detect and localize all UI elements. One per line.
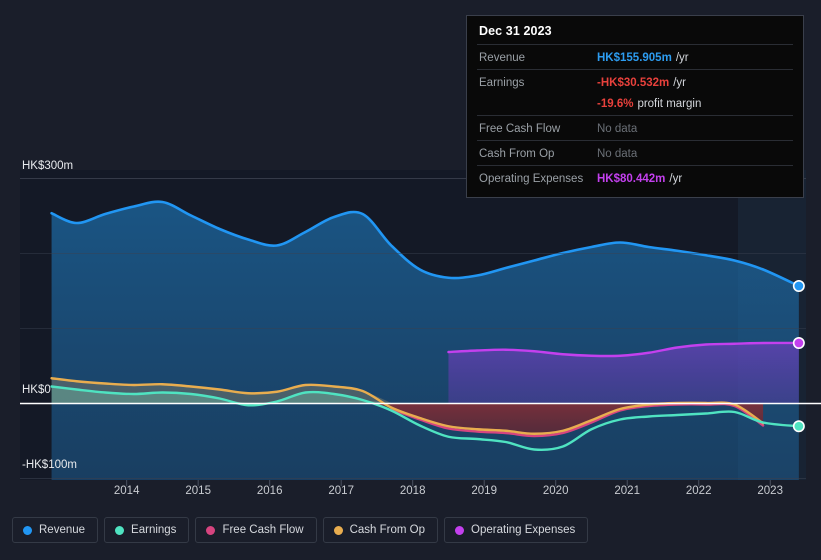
x-axis-label-2018: 2018 <box>399 485 426 497</box>
legend-item-free-cash-flow[interactable]: Free Cash Flow <box>195 517 317 543</box>
x-axis-label-2019: 2019 <box>471 485 497 497</box>
legend-color-dot-icon <box>455 525 465 535</box>
tooltip-row-value: -19.6% <box>597 98 634 110</box>
legend-item-label: Earnings <box>131 524 177 536</box>
x-axis-label-2023: 2023 <box>757 485 783 497</box>
tooltip-row: Revenue HK$155.905m/yr <box>477 44 793 69</box>
legend-item-label: Free Cash Flow <box>222 524 304 536</box>
tooltip-row-value: HK$80.442m <box>597 173 666 185</box>
y-axis-label-zero: HK$0 <box>22 384 51 396</box>
legend-item-cash-from-op[interactable]: Cash From Op <box>322 517 439 543</box>
tooltip-row: Free Cash Flow No data <box>477 115 793 140</box>
tooltip-row: -19.6% profit margin <box>477 94 793 115</box>
x-axis-label-2016: 2016 <box>256 485 283 497</box>
legend-item-label: Cash From Op <box>349 524 426 536</box>
tooltip-rows: Revenue HK$155.905m/yr Earnings -HK$30.532m… <box>477 44 793 190</box>
y-axis-label-bottom: -HK$100m <box>22 459 77 471</box>
tooltip-row-suffix: /yr <box>675 52 689 64</box>
tooltip-row-suffix: /yr <box>669 173 683 185</box>
operating-expenses-endpoint-dot <box>792 336 805 349</box>
tooltip-row-label: Earnings <box>479 77 525 89</box>
x-axis-label-2021: 2021 <box>614 485 640 497</box>
legend-color-dot-icon <box>115 525 125 535</box>
tooltip-row-value: No data <box>597 123 638 135</box>
earnings-endpoint-dot <box>792 420 805 433</box>
revenue-endpoint-dot <box>792 279 805 292</box>
x-axis-label-2014: 2014 <box>113 485 140 497</box>
x-axis-label-2015: 2015 <box>185 485 211 497</box>
legend-color-dot-icon <box>333 525 343 535</box>
legend-item-earnings[interactable]: Earnings <box>104 517 190 543</box>
legend-item-label: Revenue <box>39 524 86 536</box>
x-axis-label-2017: 2017 <box>328 485 354 497</box>
legend-item-revenue[interactable]: Revenue <box>12 517 99 543</box>
legend-item-label: Operating Expenses <box>471 524 576 536</box>
tooltip-title: Dec 31 2023 <box>479 24 552 38</box>
tooltip-row: Operating Expenses HK$80.442m/yr <box>477 165 793 190</box>
tooltip-row-label: Cash From Op <box>479 148 555 160</box>
tooltip-row-value: No data <box>597 148 638 160</box>
x-axis-label-2020: 2020 <box>542 485 569 497</box>
chart-legend: Revenue Earnings Free Cash Flow Cash From O… <box>12 517 589 543</box>
financial-chart: HK$300m HK$0 -HK$100m 2014 2015 2016 2017 20… <box>0 0 821 560</box>
tooltip-row-suffix: profit margin <box>637 98 702 110</box>
x-axis-label-2022: 2022 <box>685 485 712 497</box>
tooltip-row-label: Free Cash Flow <box>479 123 561 135</box>
tooltip-row-value: -HK$30.532m <box>597 77 670 89</box>
y-axis-label-top: HK$300m <box>22 160 74 172</box>
legend-color-dot-icon <box>23 525 32 535</box>
tooltip-row: Earnings -HK$30.532m/yr <box>477 69 793 94</box>
tooltip-row-value: HK$155.905m <box>597 52 672 64</box>
data-tooltip: Dec 31 2023 Revenue HK$155.905m/yr Earning… <box>466 15 804 198</box>
tooltip-row: Cash From Op No data <box>477 140 793 165</box>
tooltip-row-label: Operating Expenses <box>479 173 584 185</box>
legend-color-dot-icon <box>206 525 216 535</box>
tooltip-row-suffix: /yr <box>673 77 687 89</box>
x-tick-marks <box>126 480 771 486</box>
legend-item-operating-expenses[interactable]: Operating Expenses <box>444 517 589 543</box>
tooltip-row-label: Revenue <box>479 52 526 64</box>
